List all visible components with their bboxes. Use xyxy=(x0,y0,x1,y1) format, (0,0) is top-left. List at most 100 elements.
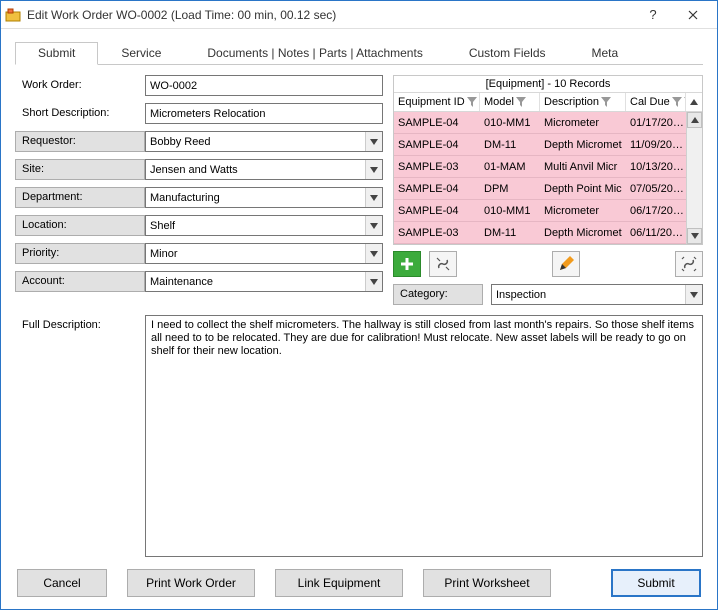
input-work-order[interactable] xyxy=(145,75,383,96)
print-worksheet-button[interactable]: Print Worksheet xyxy=(423,569,551,597)
chevron-down-icon[interactable] xyxy=(365,272,382,291)
equipment-toolbar xyxy=(393,251,703,277)
unlink-button[interactable] xyxy=(429,251,457,277)
edit-button[interactable] xyxy=(552,251,580,277)
input-department[interactable] xyxy=(146,188,365,207)
combo-priority[interactable] xyxy=(145,243,383,264)
left-column: Work Order: Short Description: Requestor… xyxy=(15,75,383,305)
scrollbar[interactable] xyxy=(686,112,702,244)
textarea-full-description[interactable] xyxy=(145,315,703,557)
chevron-down-icon[interactable] xyxy=(365,216,382,235)
cell-equipment-id: SAMPLE-03 xyxy=(394,161,480,173)
col-model[interactable]: Model xyxy=(480,93,540,111)
equipment-grid: [Equipment] - 10 Records Equipment ID Mo… xyxy=(393,75,703,245)
combo-requestor[interactable] xyxy=(145,131,383,152)
label-full-description: Full Description: xyxy=(15,315,145,335)
combo-account[interactable] xyxy=(145,271,383,292)
cell-description: Depth Micromet xyxy=(540,227,626,239)
cell-description: Depth Micromet xyxy=(540,139,626,151)
submit-button[interactable]: Submit xyxy=(611,569,701,597)
titlebar: Edit Work Order WO-0002 (Load Time: 00 m… xyxy=(1,1,717,29)
col-description[interactable]: Description xyxy=(540,93,626,111)
filter-icon[interactable] xyxy=(601,97,611,107)
cell-model: DM-11 xyxy=(480,227,540,239)
close-button[interactable] xyxy=(673,2,713,28)
chevron-down-icon[interactable] xyxy=(365,188,382,207)
equipment-grid-columns: Equipment ID Model Description Cal Due xyxy=(394,92,702,112)
chevron-down-icon[interactable] xyxy=(685,285,702,304)
input-site[interactable] xyxy=(146,160,365,179)
combo-location[interactable] xyxy=(145,215,383,236)
table-row[interactable]: SAMPLE-04010-MM1Micrometer06/17/2021 xyxy=(394,200,702,222)
table-row[interactable]: SAMPLE-0301-MAMMulti Anvil Micr10/13/202… xyxy=(394,156,702,178)
cell-equipment-id: SAMPLE-03 xyxy=(394,227,480,239)
tab-custom-fields[interactable]: Custom Fields xyxy=(446,42,569,65)
equipment-grid-body: SAMPLE-04010-MM1Micrometer01/17/2022SAMP… xyxy=(394,112,702,244)
tab-service[interactable]: Service xyxy=(98,42,184,65)
bottom-button-bar: Cancel Print Work Order Link Equipment P… xyxy=(15,569,703,599)
label-work-order: Work Order: xyxy=(15,75,145,96)
cell-description: Depth Point Mic xyxy=(540,183,626,195)
full-description-row: Full Description: xyxy=(15,315,703,557)
scroll-up-header[interactable] xyxy=(686,93,702,111)
unlink-all-button[interactable] xyxy=(675,251,703,277)
label-site[interactable]: Site: xyxy=(15,159,145,180)
cell-model: 01-MAM xyxy=(480,161,540,173)
cell-equipment-id: SAMPLE-04 xyxy=(394,139,480,151)
scroll-down-icon[interactable] xyxy=(687,228,702,244)
cell-equipment-id: SAMPLE-04 xyxy=(394,117,480,129)
tab-attachments[interactable]: Documents | Notes | Parts | Attachments xyxy=(184,42,445,65)
print-work-order-button[interactable]: Print Work Order xyxy=(127,569,255,597)
input-short-desc[interactable] xyxy=(145,103,383,124)
filter-icon[interactable] xyxy=(672,97,682,107)
combo-category[interactable] xyxy=(491,284,703,305)
chevron-down-icon[interactable] xyxy=(365,132,382,151)
label-requestor[interactable]: Requestor: xyxy=(15,131,145,152)
cell-model: DPM xyxy=(480,183,540,195)
table-row[interactable]: SAMPLE-04DPMDepth Point Mic07/05/2021 xyxy=(394,178,702,200)
tab-bar: Submit Service Documents | Notes | Parts… xyxy=(15,41,703,65)
cell-description: Micrometer xyxy=(540,117,626,129)
col-cal-due[interactable]: Cal Due xyxy=(626,93,686,111)
form-area: Work Order: Short Description: Requestor… xyxy=(15,75,703,305)
label-priority[interactable]: Priority: xyxy=(15,243,145,264)
help-button[interactable]: ? xyxy=(633,2,673,28)
label-location[interactable]: Location: xyxy=(15,215,145,236)
window-title: Edit Work Order WO-0002 (Load Time: 00 m… xyxy=(27,8,633,22)
cell-description: Micrometer xyxy=(540,205,626,217)
cell-model: DM-11 xyxy=(480,139,540,151)
table-row[interactable]: SAMPLE-03DM-11Depth Micromet06/11/2021 xyxy=(394,222,702,244)
dialog-window: Edit Work Order WO-0002 (Load Time: 00 m… xyxy=(0,0,718,610)
link-equipment-button[interactable]: Link Equipment xyxy=(275,569,403,597)
equipment-grid-title: [Equipment] - 10 Records xyxy=(394,76,702,92)
input-requestor[interactable] xyxy=(146,132,365,151)
chevron-down-icon[interactable] xyxy=(365,244,382,263)
table-row[interactable]: SAMPLE-04DM-11Depth Micromet11/09/2021 xyxy=(394,134,702,156)
input-category[interactable] xyxy=(492,285,685,304)
cell-model: 010-MM1 xyxy=(480,205,540,217)
label-account[interactable]: Account: xyxy=(15,271,145,292)
cell-equipment-id: SAMPLE-04 xyxy=(394,183,480,195)
label-department[interactable]: Department: xyxy=(15,187,145,208)
app-icon xyxy=(5,7,21,23)
combo-department[interactable] xyxy=(145,187,383,208)
cell-model: 010-MM1 xyxy=(480,117,540,129)
filter-icon[interactable] xyxy=(516,97,526,107)
tab-submit[interactable]: Submit xyxy=(15,42,98,65)
scroll-up-icon[interactable] xyxy=(687,112,702,128)
col-equipment-id[interactable]: Equipment ID xyxy=(394,93,480,111)
add-button[interactable] xyxy=(393,251,421,277)
label-short-desc: Short Description: xyxy=(15,103,145,124)
cell-equipment-id: SAMPLE-04 xyxy=(394,205,480,217)
label-category[interactable]: Category: xyxy=(393,284,483,305)
table-row[interactable]: SAMPLE-04010-MM1Micrometer01/17/2022 xyxy=(394,112,702,134)
input-location[interactable] xyxy=(146,216,365,235)
input-priority[interactable] xyxy=(146,244,365,263)
cancel-button[interactable]: Cancel xyxy=(17,569,107,597)
tab-meta[interactable]: Meta xyxy=(569,42,642,65)
cell-description: Multi Anvil Micr xyxy=(540,161,626,173)
filter-icon[interactable] xyxy=(467,97,477,107)
chevron-down-icon[interactable] xyxy=(365,160,382,179)
combo-site[interactable] xyxy=(145,159,383,180)
input-account[interactable] xyxy=(146,272,365,291)
